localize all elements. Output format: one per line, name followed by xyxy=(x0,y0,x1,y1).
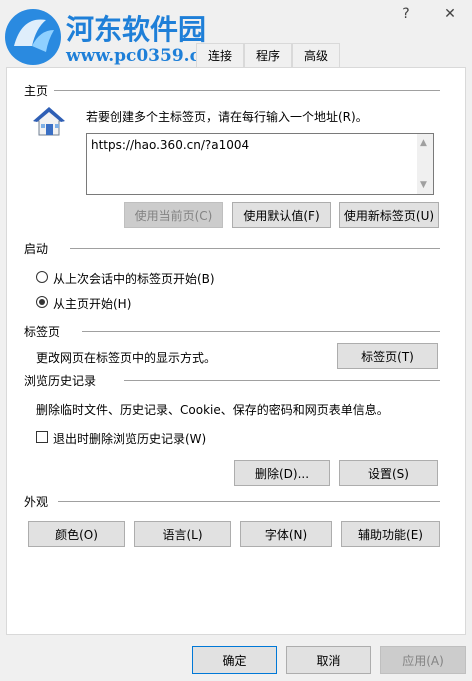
tab-connections[interactable]: 连接 xyxy=(196,43,244,67)
startup-option-last-session-label: 从上次会话中的标签页开始(B) xyxy=(53,272,215,286)
tabs-section-label: 标签页 xyxy=(24,325,61,339)
use-default-button[interactable]: 使用默认值(F) xyxy=(232,202,331,228)
apply-button[interactable]: 应用(A) xyxy=(380,646,466,674)
home-section-label: 主页 xyxy=(24,84,49,98)
tabs-settings-button[interactable]: 标签页(T) xyxy=(337,343,438,369)
appearance-section-label: 外观 xyxy=(24,495,49,509)
startup-section-divider xyxy=(70,248,440,249)
tabs-description: 更改网页在标签页中的显示方式。 xyxy=(36,351,217,365)
tab-advanced-label: 高级 xyxy=(303,49,328,63)
house-icon xyxy=(32,106,66,138)
colors-button[interactable]: 颜色(O) xyxy=(28,521,125,547)
checkbox-unchecked-icon[interactable] xyxy=(36,431,48,443)
languages-button[interactable]: 语言(L) xyxy=(134,521,231,547)
home-instruction: 若要创建多个主标签页，请在每行输入一个地址(R)。 xyxy=(86,110,368,124)
tab-programs[interactable]: 程序 xyxy=(244,43,292,67)
help-button[interactable]: ? xyxy=(396,6,416,26)
fonts-button[interactable]: 字体(N) xyxy=(240,521,332,547)
history-settings-button[interactable]: 设置(S) xyxy=(339,460,438,486)
use-current-button[interactable]: 使用当前页(C) xyxy=(124,202,223,228)
close-button[interactable]: ✕ xyxy=(440,6,460,26)
startup-option-home-label: 从主页开始(H) xyxy=(53,297,132,311)
radio-selected-icon[interactable] xyxy=(36,296,48,308)
scroll-up-icon[interactable]: ▲ xyxy=(420,138,427,148)
startup-section-label: 启动 xyxy=(24,242,49,256)
accessibility-button[interactable]: 辅助功能(E) xyxy=(341,521,440,547)
radio-unselected-icon[interactable] xyxy=(36,271,48,283)
history-description: 删除临时文件、历史记录、Cookie、保存的密码和网页表单信息。 xyxy=(36,403,389,417)
home-url-textarea[interactable]: https://hao.360.cn/?a1004 ▲ ▼ xyxy=(86,133,434,195)
delete-on-exit-checkbox[interactable]: 退出时删除浏览历史记录(W) xyxy=(36,430,236,446)
home-section-divider xyxy=(54,90,440,91)
delete-on-exit-label: 退出时删除浏览历史记录(W) xyxy=(53,432,207,446)
tabs-section-divider xyxy=(82,331,440,332)
watermark-title: 河东软件园 xyxy=(66,13,207,46)
ok-button[interactable]: 确定 xyxy=(192,646,277,674)
tab-connections-label: 连接 xyxy=(207,49,232,63)
history-section-divider xyxy=(124,380,440,381)
cancel-button[interactable]: 取消 xyxy=(286,646,371,674)
tab-programs-label: 程序 xyxy=(255,49,280,63)
history-delete-button[interactable]: 删除(D)... xyxy=(234,460,330,486)
tab-advanced[interactable]: 高级 xyxy=(292,43,340,67)
use-new-tab-button[interactable]: 使用新标签页(U) xyxy=(339,202,439,228)
scroll-down-icon[interactable]: ▼ xyxy=(420,180,427,190)
appearance-section-divider xyxy=(58,501,440,502)
startup-option-home[interactable]: 从主页开始(H) xyxy=(36,295,236,311)
history-section-label: 浏览历史记录 xyxy=(24,374,97,388)
startup-option-last-session[interactable]: 从上次会话中的标签页开始(B) xyxy=(36,270,236,286)
home-url-value: https://hao.360.cn/?a1004 xyxy=(91,138,250,152)
textarea-scrollbar[interactable]: ▲ ▼ xyxy=(417,134,433,194)
